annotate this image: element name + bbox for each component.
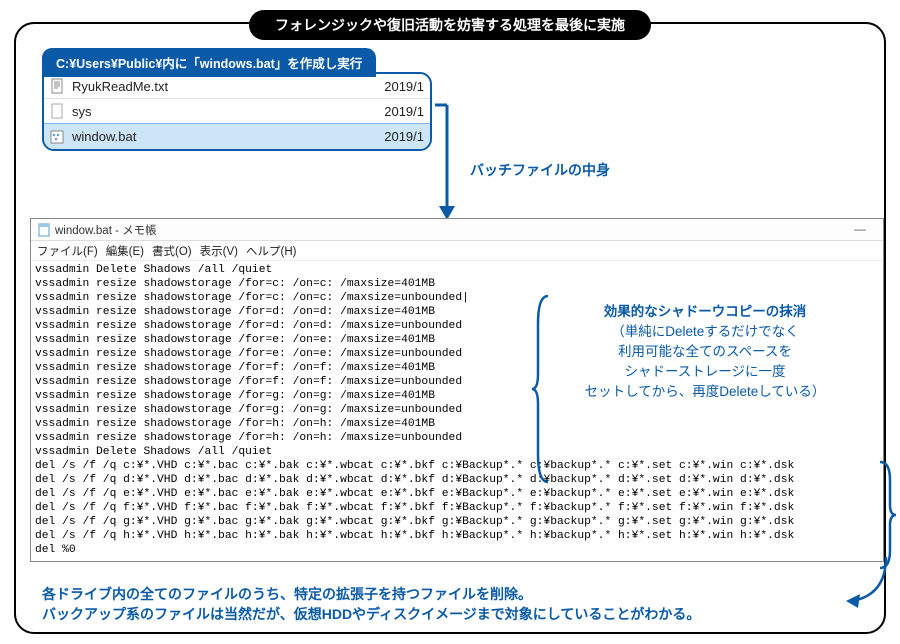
file-name: RyukReadMe.txt [72,79,384,94]
file-date: 2019/1 [384,129,424,144]
minimize-button[interactable]: — [843,224,877,236]
annotation-file-deletion: 各ドライブ内の全てのファイルのうち、特定の拡張子を持つファイルを削除。 バックア… [42,584,840,624]
notepad-menubar: ファイル(F) 編集(E) 書式(O) 表示(V) ヘルプ(H) [31,241,883,261]
notepad-icon [37,223,51,237]
menu-help[interactable]: ヘルプ(H) [246,243,296,259]
curly-brace-icon [876,460,898,570]
file-name: window.bat [72,129,384,144]
file-row[interactable]: sys 2019/1 [44,99,430,124]
annotation-line: 利用可能な全てのスペースを [560,342,850,362]
annotation-line: （単純にDeleteするだけでなく [560,322,850,342]
arrow-label: バッチファイルの中身 [470,160,610,180]
menu-file[interactable]: ファイル(F) [37,243,98,259]
text-file-icon [48,77,66,95]
file-row-selected[interactable]: window.bat 2019/1 [44,124,430,149]
file-explorer-list: RyukReadMe.txt 2019/1 sys 2019/1 window.… [42,72,432,151]
curly-brace-icon [530,294,552,484]
file-date: 2019/1 [384,79,424,94]
file-row[interactable]: RyukReadMe.txt 2019/1 [44,74,430,99]
menu-view[interactable]: 表示(V) [200,243,238,259]
annotation-line: シャドーストレージに一度 [560,362,850,382]
annotation-shadow-copy: 効果的なシャドーウコピーの抹消 （単純にDeleteするだけでなく 利用可能な全… [560,302,850,402]
file-date: 2019/1 [384,104,424,119]
file-name: sys [72,104,384,119]
menu-edit[interactable]: 編集(E) [106,243,144,259]
arrow-curve-icon [846,555,896,610]
annotation-header: 効果的なシャドーウコピーの抹消 [560,302,850,322]
notepad-title: window.bat - メモ帳 [55,222,157,238]
batch-file-icon [48,128,66,146]
annotation-line: セットしてから、再度Deleteしている） [560,382,850,402]
callout-label: C:¥Users¥Public¥内に「windows.bat」を作成し実行 [42,48,376,77]
arrow-down-icon [435,90,460,220]
notepad-titlebar[interactable]: window.bat - メモ帳 — [31,219,883,241]
blank-file-icon [48,102,66,120]
menu-format[interactable]: 書式(O) [152,243,192,259]
diagram-title: フォレンジックや復旧活動を妨害する処理を最後に実施 [249,10,651,40]
